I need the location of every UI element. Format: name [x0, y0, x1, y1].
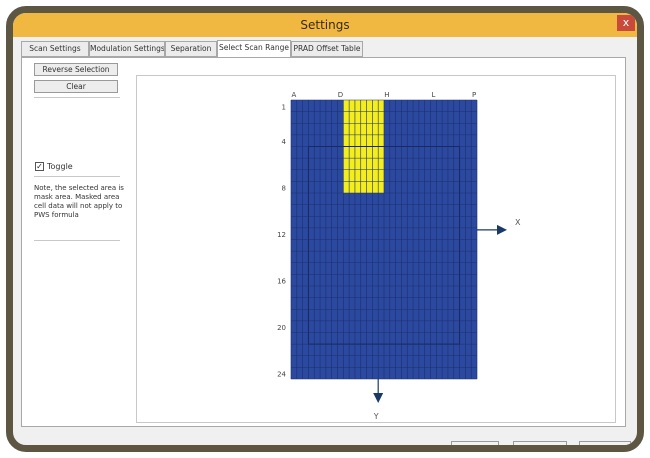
- title-bar: Settings x: [13, 13, 637, 37]
- selected-cell: [360, 111, 367, 124]
- selected-cell: [366, 100, 373, 112]
- x-axis-label: X: [515, 218, 521, 227]
- reverse-selection-button[interactable]: Reverse Selection: [34, 63, 118, 76]
- apply-button[interactable]: Apply: [579, 441, 631, 445]
- selected-cell: [343, 181, 350, 193]
- selected-cell: [360, 169, 367, 182]
- clear-button[interactable]: Clear: [34, 80, 118, 93]
- selected-cell: [366, 181, 373, 193]
- selected-cell: [349, 134, 355, 147]
- selected-cell: [372, 111, 379, 124]
- selected-cell: [360, 134, 367, 147]
- row-label: 12: [277, 231, 286, 239]
- selected-cell: [378, 146, 384, 159]
- y-axis-label: Y: [373, 412, 379, 421]
- mask-note-text: Note, the selected area is mask area. Ma…: [34, 184, 124, 219]
- selected-cell: [366, 111, 373, 124]
- divider: [34, 97, 120, 98]
- selected-cell: [366, 146, 373, 159]
- selected-cell: [349, 111, 355, 124]
- selected-cell: [360, 158, 367, 170]
- selected-cell: [343, 134, 350, 147]
- scan-grid[interactable]: A D H L P 1 4 8 12 16 20 24 X Y: [137, 76, 615, 422]
- selected-cell: [360, 100, 367, 112]
- y-axis-arrow-icon: [373, 393, 384, 403]
- selected-cell: [354, 181, 361, 193]
- selected-cell: [372, 181, 379, 193]
- row-label: 16: [277, 278, 286, 286]
- tab-content: Reverse Selection Clear ✓ Toggle Note, t…: [21, 57, 626, 427]
- column-label: D: [338, 91, 343, 99]
- selected-cell: [349, 158, 355, 170]
- selected-cell: [372, 169, 379, 182]
- selected-cell: [360, 181, 367, 193]
- row-label: 24: [277, 371, 286, 379]
- selected-cell: [366, 169, 373, 182]
- selected-cell: [360, 146, 367, 159]
- tab-scan-settings[interactable]: Scan Settings: [21, 41, 89, 57]
- selected-cell: [378, 181, 384, 193]
- tab-prad-offset-table[interactable]: PRAD Offset Table: [291, 41, 363, 57]
- selected-cell: [343, 146, 350, 159]
- selected-cell: [378, 111, 384, 124]
- selected-cell: [378, 100, 384, 112]
- selected-cell: [378, 134, 384, 147]
- selected-cell: [349, 100, 355, 112]
- selected-cell: [354, 146, 361, 159]
- divider: [34, 176, 120, 177]
- selected-cell: [372, 123, 379, 135]
- selected-cell: [343, 169, 350, 182]
- close-icon: x: [622, 16, 630, 29]
- selected-cell: [366, 158, 373, 170]
- selected-cell: [354, 158, 361, 170]
- tab-separation[interactable]: Separation: [165, 41, 217, 57]
- selected-cell: [378, 169, 384, 182]
- tab-modulation-settings[interactable]: Modulation Settings: [89, 41, 165, 57]
- selected-cell: [360, 123, 367, 135]
- close-button[interactable]: x: [617, 15, 635, 31]
- selected-cell: [349, 181, 355, 193]
- selected-cell: [343, 123, 350, 135]
- selected-cell: [354, 123, 361, 135]
- selected-cell: [349, 146, 355, 159]
- selected-cell: [366, 123, 373, 135]
- toggle-checkbox[interactable]: ✓: [35, 162, 44, 171]
- ok-button[interactable]: OK: [451, 441, 499, 445]
- selected-cell: [378, 158, 384, 170]
- selected-cell: [349, 123, 355, 135]
- row-label: 1: [282, 103, 286, 111]
- row-label: 4: [282, 138, 287, 146]
- divider: [34, 240, 120, 241]
- selected-cell: [372, 146, 379, 159]
- selected-cell: [354, 100, 361, 112]
- column-label: P: [472, 91, 476, 99]
- x-axis-arrow-icon: [497, 224, 507, 235]
- scan-range-canvas[interactable]: A D H L P 1 4 8 12 16 20 24 X Y: [136, 75, 616, 423]
- tab-select-scan-range[interactable]: Select Scan Range: [217, 40, 291, 58]
- selected-cell: [372, 134, 379, 147]
- selected-cell: [354, 111, 361, 124]
- selected-cell: [343, 100, 350, 112]
- column-label: H: [384, 91, 389, 99]
- selected-cell: [343, 158, 350, 170]
- selected-cell: [366, 134, 373, 147]
- selected-cell: [354, 134, 361, 147]
- selected-cell: [372, 100, 379, 112]
- selected-cell: [372, 158, 379, 170]
- cancel-button[interactable]: Cancel: [513, 441, 567, 445]
- selected-cell: [354, 169, 361, 182]
- selected-cell: [349, 169, 355, 182]
- column-label: A: [292, 91, 297, 99]
- settings-dialog: Settings x Scan Settings Modulation Sett…: [6, 6, 644, 452]
- row-label: 20: [277, 324, 286, 332]
- selected-cell: [378, 123, 384, 135]
- row-label: 8: [282, 185, 286, 193]
- window-title: Settings: [300, 18, 350, 32]
- toggle-label: Toggle: [47, 162, 73, 171]
- column-label: L: [431, 91, 435, 99]
- selected-cell: [343, 111, 350, 124]
